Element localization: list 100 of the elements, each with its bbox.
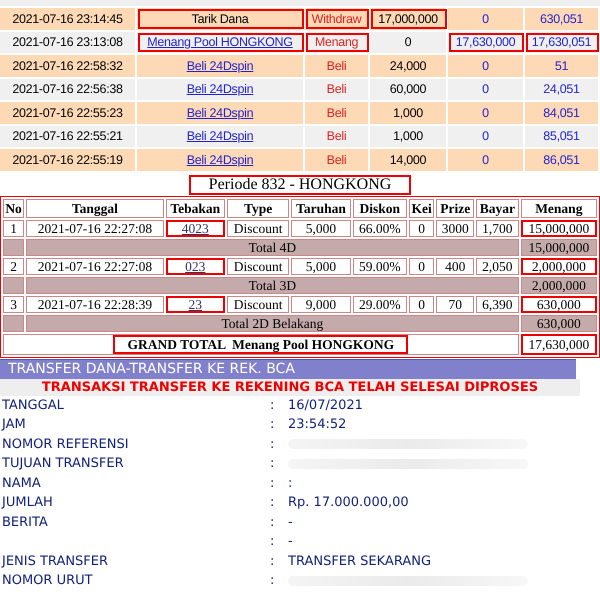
- amount-cell: 1,000: [370, 126, 448, 147]
- table-cell: Discount: [226, 258, 290, 274]
- total-label: Total 3D: [26, 276, 519, 294]
- field-value: TRANSFER SEKARANG: [288, 554, 432, 569]
- type-cell: Beli: [305, 126, 370, 147]
- date-cell: 2021-07-16 23:13:08: [0, 32, 137, 53]
- field-label: NOMOR REFERENSI: [1, 436, 130, 452]
- description-link[interactable]: Beli 24Dspin: [186, 58, 254, 73]
- colon: :: [270, 436, 276, 452]
- description-cell: Tarik Dana: [137, 8, 305, 30]
- balance-cell: 86,051: [525, 149, 600, 170]
- win-cell: 630,000: [520, 296, 597, 312]
- colon: :: [270, 514, 276, 530]
- field-label: JENIS TRANSFER: [0, 554, 110, 569]
- colon: :: [270, 476, 276, 491]
- amount-cell: 1,000: [370, 102, 448, 124]
- field-value: 23:54:52: [288, 417, 348, 432]
- credit-cell: 0: [448, 102, 525, 124]
- column-header: Prize: [436, 198, 474, 218]
- table-cell: 3: [3, 296, 24, 312]
- status-message: TRANSAKSI TRANSFER KE REKENING BCA TELAH SELESAI DIPROSES: [0, 378, 580, 396]
- credit-cell: 0: [448, 55, 525, 76]
- balance-cell: 24,051: [525, 78, 600, 100]
- amount-cell: 14,000: [370, 149, 448, 170]
- date-cell: 2021-07-16 22:55:21: [0, 126, 137, 147]
- total-cell: 2,000,000: [520, 276, 597, 294]
- table-cell: 0: [408, 258, 434, 274]
- type-cell: Beli: [305, 149, 370, 170]
- colon: :: [270, 398, 276, 413]
- field-value: -: [288, 514, 294, 530]
- description-link[interactable]: Beli 24Dspin: [186, 152, 254, 167]
- table-cell: 2: [3, 258, 24, 274]
- balance-cell: 51: [525, 55, 600, 76]
- type-cell: Menang: [305, 32, 370, 53]
- date-cell: 2021-07-16 23:14:45: [0, 8, 137, 30]
- column-header: Taruhan: [291, 198, 351, 218]
- date-cell: 2021-07-16 22:55:19: [0, 149, 137, 170]
- amount-cell: 17,000,000: [370, 8, 448, 30]
- amount-cell: 60,000: [370, 78, 448, 100]
- date-cell: 2021-07-16 22:56:38: [0, 78, 137, 100]
- table-cell: 3000: [436, 220, 474, 236]
- type-cell: Beli: [305, 55, 370, 76]
- win-cell: 15,000,000: [520, 220, 597, 236]
- table-cell: 2021-07-16 22:27:08: [26, 220, 164, 236]
- column-header: Tanggal: [26, 198, 164, 218]
- field-value: :: [288, 476, 294, 491]
- table-cell: 2021-07-16 22:27:08: [26, 258, 164, 274]
- column-header: Diskon: [352, 198, 407, 218]
- credit-cell: 17,630,000: [448, 32, 525, 53]
- colon: :: [270, 534, 276, 550]
- colon: :: [270, 456, 276, 472]
- table-cell: 29.00%: [352, 296, 407, 312]
- grand-total-cell: 17,630,000: [520, 334, 597, 354]
- table-cell: 9,000: [291, 296, 351, 312]
- date-cell: 2021-07-16 22:55:23: [0, 102, 137, 124]
- total-cell: 15,000,000: [520, 238, 597, 256]
- description-link[interactable]: Beli 24Dspin: [186, 129, 254, 144]
- field-value: Rp. 17.000.000,00: [288, 495, 410, 510]
- amount-cell: 24,000: [370, 55, 448, 76]
- grand-total-label: GRAND TOTAL Menang Pool HONGKONG: [113, 334, 408, 354]
- table-cell: 5,000: [291, 258, 351, 274]
- description-link[interactable]: Beli 24Dspin: [186, 82, 254, 96]
- balance-cell: 17,630,051: [525, 32, 600, 53]
- total-label: Total 2D Belakang: [26, 314, 519, 332]
- column-header: No: [3, 198, 24, 218]
- balance-cell: 85,051: [525, 126, 600, 147]
- description-link[interactable]: Menang Pool HONGKONG: [147, 35, 293, 50]
- field-value: 16/07/2021: [288, 398, 364, 413]
- section-title: TRANSFER DANA-TRANSFER KE REK. BCA: [0, 358, 576, 378]
- table-cell: 400: [436, 258, 474, 274]
- colon: :: [270, 554, 276, 569]
- amount-cell: 0: [370, 32, 448, 53]
- colon: :: [270, 573, 276, 588]
- table-cell: 66.00%: [352, 220, 407, 236]
- table-cell: 6,390: [476, 296, 519, 312]
- table-cell: 1: [3, 220, 24, 236]
- type-cell: Beli: [305, 102, 370, 124]
- column-header: Kei: [408, 198, 434, 218]
- type-cell: Beli: [305, 78, 370, 100]
- colon: :: [270, 417, 276, 432]
- date-cell: 2021-07-16 22:58:32: [0, 55, 137, 76]
- period-title: Periode 832 - HONGKONG: [188, 174, 412, 194]
- field-label: BERITA: [1, 514, 49, 530]
- column-header: Type: [226, 198, 290, 218]
- total-cell: 630,000: [520, 314, 597, 332]
- table-cell: 59.00%: [352, 258, 407, 274]
- table-cell: 2021-07-16 22:28:39: [26, 296, 164, 312]
- field-label: JUMLAH: [0, 495, 54, 510]
- field-value: -: [288, 534, 294, 550]
- colon: :: [270, 495, 276, 510]
- balance-cell: 630,051: [525, 8, 600, 30]
- description-link[interactable]: Beli 24Dspin: [186, 106, 254, 120]
- total-label: Total 4D: [26, 238, 519, 256]
- column-header: Tebakan: [166, 198, 225, 218]
- table-cell: 1,700: [476, 220, 519, 236]
- table-cell: 5,000: [291, 220, 351, 236]
- field-label: TANGGAL: [1, 398, 65, 413]
- table-cell: Discount: [226, 220, 290, 236]
- table-cell: 70: [436, 296, 474, 312]
- table-cell: Discount: [226, 296, 290, 312]
